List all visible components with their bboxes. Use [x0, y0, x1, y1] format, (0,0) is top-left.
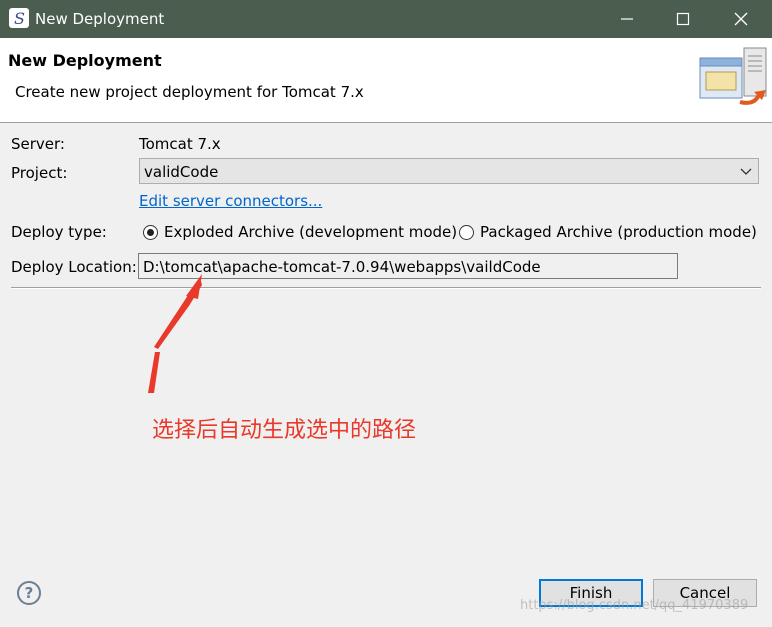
annotation-arrow-head [186, 274, 202, 299]
watermark: https://blog.csdn.net/qq_41970389 [520, 598, 749, 613]
help-icon[interactable]: ? [17, 581, 41, 605]
annotation-arrow-lower [148, 352, 160, 393]
annotation-arrows [148, 274, 202, 393]
annotation-text: 选择后自动生成选中的路径 [152, 418, 417, 443]
